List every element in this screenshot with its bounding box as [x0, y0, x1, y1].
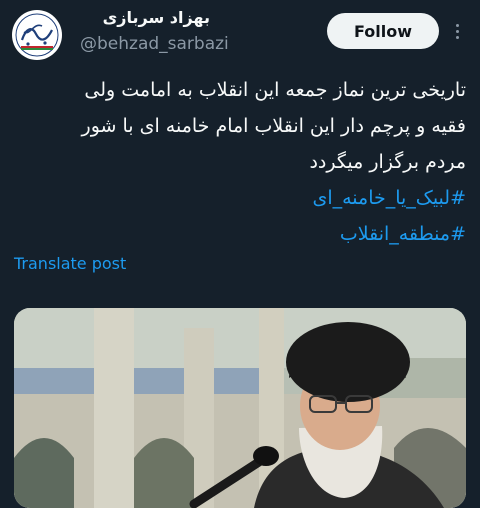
tweet-text-line: تاریخی ترین نماز جمعه این انقلاب به امام…	[84, 79, 466, 101]
more-vertical-icon[interactable]	[446, 19, 468, 43]
speaker-photo	[14, 308, 466, 508]
tweet-text-line: مردم برگزار میگردد	[309, 151, 466, 173]
author-display-name[interactable]: بهزاد سربازی	[80, 8, 210, 27]
tweet-media-image[interactable]	[14, 308, 466, 508]
tweet-text-line: فقیه و پرچم دار این انقلاب امام خامنه ای…	[81, 115, 466, 137]
author-handle[interactable]: @behzad_sarbazi	[80, 34, 229, 54]
follow-button[interactable]: Follow	[327, 13, 439, 49]
author-avatar[interactable]	[12, 10, 62, 60]
translate-post-link[interactable]: Translate post	[14, 254, 126, 273]
tweet-text: تاریخی ترین نماز جمعه این انقلاب به امام…	[26, 72, 466, 252]
hashtag-link[interactable]: #منطقه_انقلاب	[26, 216, 466, 252]
hashtag-link[interactable]: #لبیک_یا_خامنه_ای	[26, 180, 466, 216]
tweet-header: بهزاد سربازی @behzad_sarbazi Follow	[0, 0, 480, 62]
calligraphy-avatar-icon	[13, 11, 61, 59]
